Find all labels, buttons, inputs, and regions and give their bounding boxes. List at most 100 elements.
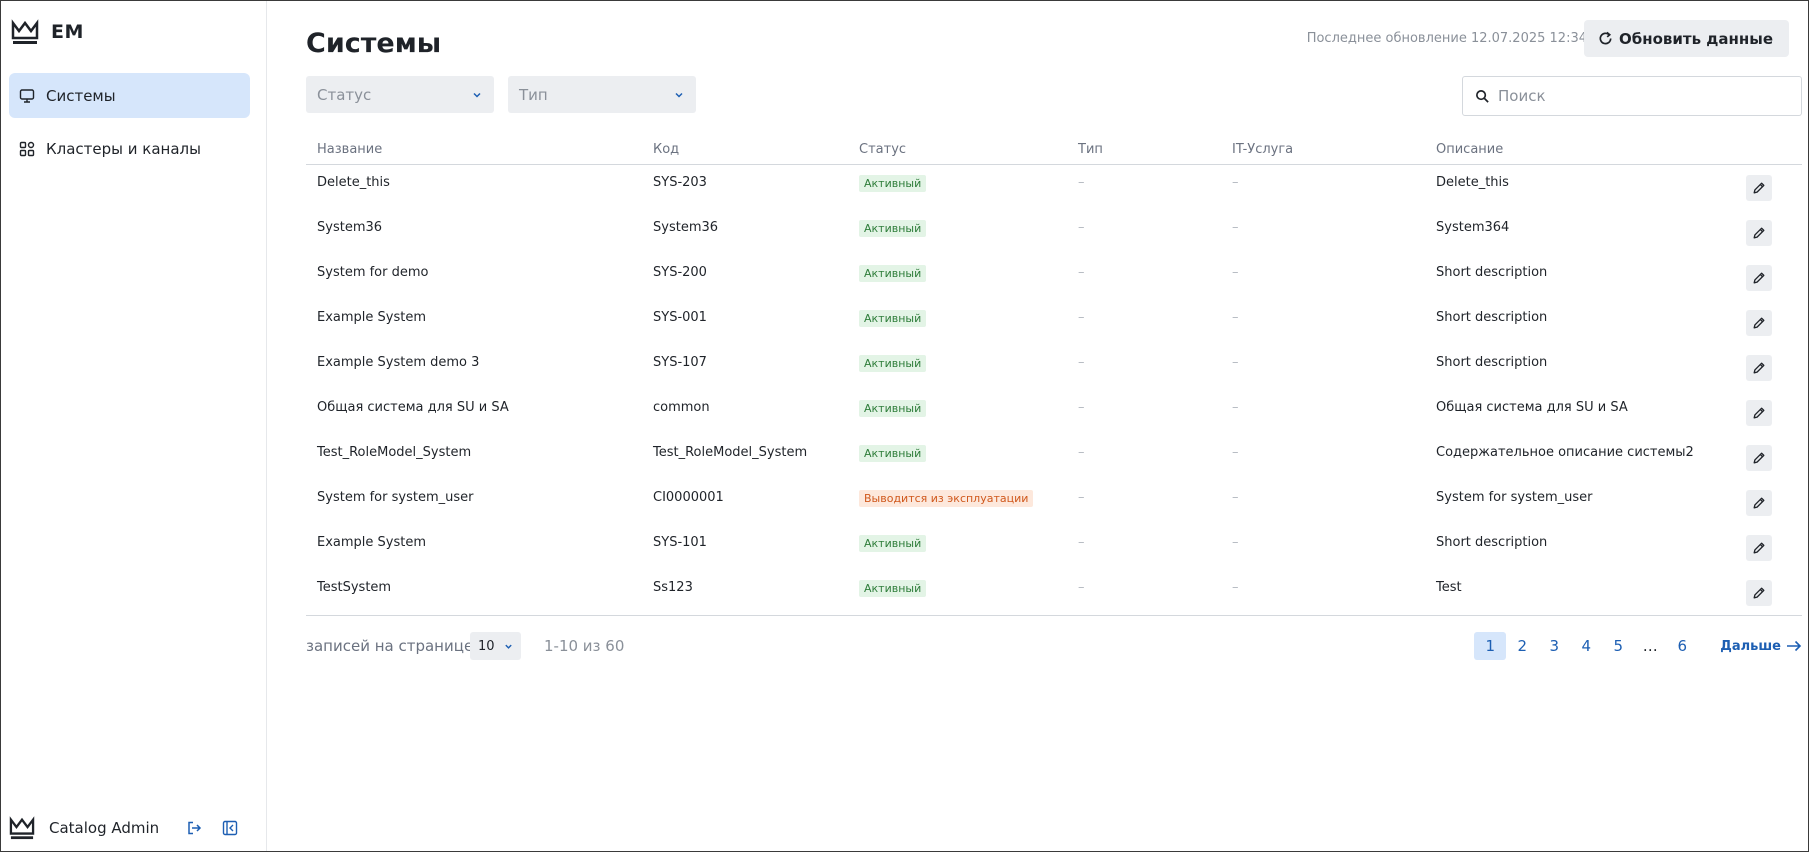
page-button[interactable]: 2 bbox=[1506, 632, 1538, 660]
cell-name: Общая система для SU и SA bbox=[317, 400, 509, 415]
table-row[interactable]: System for demo SYS-200 – – Short descriptio… bbox=[306, 255, 1802, 300]
sidebar-item-clusters[interactable]: Кластеры и каналы bbox=[9, 126, 250, 171]
table-row[interactable]: Example System SYS-001 – – Short description… bbox=[306, 300, 1802, 345]
cell-description: System for system_user bbox=[1436, 490, 1593, 505]
pencil-icon bbox=[1753, 317, 1765, 329]
pencil-icon bbox=[1753, 227, 1765, 239]
edit-button[interactable] bbox=[1746, 490, 1772, 516]
table-header: Название Код Статус Тип IT-Услуга Описан… bbox=[306, 134, 1802, 165]
user-panel: Catalog Admin bbox=[9, 813, 257, 843]
edit-button[interactable] bbox=[1746, 535, 1772, 561]
page-range-text: 1-10 из 60 bbox=[544, 637, 625, 655]
pencil-icon bbox=[1753, 272, 1765, 284]
column-header-name[interactable]: Название bbox=[317, 142, 382, 157]
cell-type: – bbox=[1078, 310, 1085, 325]
cell-name: Test_RoleModel_System bbox=[317, 445, 472, 460]
edit-button[interactable] bbox=[1746, 355, 1772, 381]
column-header-it-service[interactable]: IT-Услуга bbox=[1232, 142, 1293, 157]
status-badge: Активный bbox=[859, 355, 927, 372]
status-badge: Активный bbox=[859, 310, 927, 327]
cell-it-service: – bbox=[1232, 310, 1239, 325]
grid-icon bbox=[18, 140, 36, 158]
status-badge: Выводится из эксплуатации bbox=[859, 490, 1034, 507]
edit-button[interactable] bbox=[1746, 445, 1772, 471]
table-row[interactable]: Example System SYS-101 – – Short description… bbox=[306, 525, 1802, 570]
collapse-sidebar-icon[interactable] bbox=[221, 819, 239, 837]
column-header-description[interactable]: Описание bbox=[1436, 142, 1503, 157]
page-button[interactable]: 6 bbox=[1666, 632, 1698, 660]
sidebar-item-label: Системы bbox=[46, 86, 116, 105]
cell-name: System for demo bbox=[317, 265, 429, 280]
cell-description: Delete_this bbox=[1436, 175, 1509, 190]
cell-description: Test bbox=[1436, 580, 1462, 595]
cell-it-service: – bbox=[1232, 445, 1239, 460]
table-row[interactable]: System36 System36 – – System364 Активный bbox=[306, 210, 1802, 255]
refresh-button[interactable]: Обновить данные bbox=[1584, 20, 1789, 57]
per-page-label: записей на странице bbox=[306, 637, 474, 655]
pencil-icon bbox=[1753, 182, 1765, 194]
last-update-text: Последнее обновление 12.07.2025 12:34 bbox=[1306, 31, 1587, 46]
cell-type: – bbox=[1078, 400, 1085, 415]
edit-button[interactable] bbox=[1746, 220, 1772, 246]
sidebar-item-systems[interactable]: Системы bbox=[9, 73, 250, 118]
edit-button[interactable] bbox=[1746, 310, 1772, 336]
per-page-select[interactable]: 10 bbox=[470, 632, 521, 660]
cell-code: SYS-101 bbox=[653, 535, 707, 550]
cell-name: Example System demo 3 bbox=[317, 355, 480, 370]
status-filter[interactable]: Статус bbox=[306, 76, 494, 113]
column-header-code[interactable]: Код bbox=[653, 142, 679, 157]
edit-button[interactable] bbox=[1746, 175, 1772, 201]
brand[interactable]: EM bbox=[11, 17, 84, 47]
table-row[interactable]: System for system_user CI0000001 – – System … bbox=[306, 480, 1802, 525]
search-icon bbox=[1476, 89, 1489, 103]
column-header-status[interactable]: Статус bbox=[859, 142, 906, 157]
monitor-icon bbox=[18, 87, 36, 105]
status-badge: Активный bbox=[859, 535, 927, 552]
cell-name: System for system_user bbox=[317, 490, 474, 505]
type-filter[interactable]: Тип bbox=[508, 76, 696, 113]
edit-button[interactable] bbox=[1746, 265, 1772, 291]
table-row[interactable]: Общая система для SU и SA common – – Общая с… bbox=[306, 390, 1802, 435]
table-row[interactable]: TestSystem Ss123 – – Test Активный bbox=[306, 570, 1802, 615]
next-page-button[interactable]: Дальше bbox=[1720, 639, 1802, 654]
brand-name: EM bbox=[51, 21, 84, 43]
cell-it-service: – bbox=[1232, 220, 1239, 235]
cell-type: – bbox=[1078, 175, 1085, 190]
table-row[interactable]: Test_RoleModel_System Test_RoleModel_Syst… bbox=[306, 435, 1802, 480]
cell-type: – bbox=[1078, 580, 1085, 595]
logout-icon[interactable] bbox=[185, 819, 203, 837]
table-row[interactable]: Example System demo 3 SYS-107 – – Short desc… bbox=[306, 345, 1802, 390]
page-button[interactable]: 3 bbox=[1538, 632, 1570, 660]
search-box[interactable] bbox=[1462, 76, 1802, 116]
table-row[interactable]: Delete_this SYS-203 – – Delete_this Активный bbox=[306, 165, 1802, 210]
table-body: Delete_this SYS-203 – – Delete_this Активный S… bbox=[306, 165, 1802, 615]
status-filter-placeholder: Статус bbox=[317, 85, 372, 104]
cell-code: SYS-200 bbox=[653, 265, 707, 280]
page-ellipsis: … bbox=[1642, 637, 1658, 655]
cell-description: Short description bbox=[1436, 535, 1548, 550]
crown-avatar-icon bbox=[9, 816, 35, 840]
cell-name: Delete_this bbox=[317, 175, 390, 190]
search-input[interactable] bbox=[1498, 87, 1778, 105]
cell-description: Short description bbox=[1436, 265, 1548, 280]
cell-description: Short description bbox=[1436, 355, 1548, 370]
page-button[interactable]: 1 bbox=[1474, 632, 1507, 660]
user-name: Catalog Admin bbox=[49, 819, 160, 837]
cell-code: Ss123 bbox=[653, 580, 693, 595]
pencil-icon bbox=[1753, 407, 1765, 419]
cell-description: Содержательное описание системы2 bbox=[1436, 445, 1694, 460]
page-button[interactable]: 4 bbox=[1570, 632, 1602, 660]
cell-name: Example System bbox=[317, 535, 427, 550]
chevron-down-icon bbox=[675, 92, 683, 98]
cell-code: SYS-203 bbox=[653, 175, 707, 190]
refresh-icon bbox=[1598, 31, 1613, 46]
cell-code: common bbox=[653, 400, 710, 415]
page-button[interactable]: 5 bbox=[1602, 632, 1634, 660]
cell-code: System36 bbox=[653, 220, 719, 235]
cell-type: – bbox=[1078, 445, 1085, 460]
cell-it-service: – bbox=[1232, 355, 1239, 370]
edit-button[interactable] bbox=[1746, 580, 1772, 606]
column-header-type[interactable]: Тип bbox=[1078, 142, 1103, 157]
cell-type: – bbox=[1078, 535, 1085, 550]
edit-button[interactable] bbox=[1746, 400, 1772, 426]
